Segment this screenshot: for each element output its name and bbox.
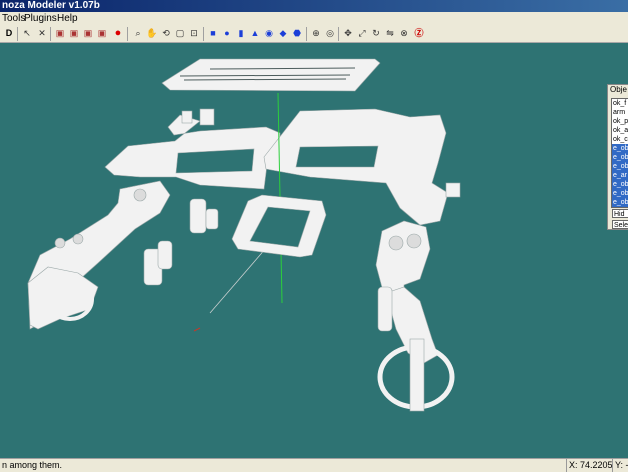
pan-hand-icon[interactable]: ✋ [146,27,158,39]
create-cylinder-icon[interactable]: ▮ [235,27,247,39]
arm-hole [133,188,147,202]
scene [27,58,461,412]
object-item[interactable]: arm [612,108,628,117]
right-frame-inner [295,145,379,168]
axis-red [193,327,201,332]
arm-hole [388,235,404,251]
snap-icon[interactable]: ⊕ [310,27,322,39]
view-top-icon[interactable]: ▣ [82,27,94,39]
objects-panel: Obje ok_f arm ok_p ok_a ok_c e_ob e_ob e… [607,84,628,230]
view-side-icon[interactable]: ▣ [68,27,80,39]
zoom-window-icon[interactable]: ▢ [174,27,186,39]
post [199,108,215,126]
object-item[interactable]: ok_f [612,99,628,108]
hide-button[interactable]: Hid [612,209,628,218]
object-item[interactable]: e_ob [612,180,628,189]
draw-mode-button[interactable]: D [3,27,15,39]
create-box-icon[interactable]: ■ [207,27,219,39]
create-mesh-icon[interactable]: ⬣ [291,27,303,39]
toolbar-separator [306,27,307,41]
status-bar: n among them. X: 74.2205 Y: -7 [0,458,628,472]
scale-icon[interactable]: ⤢ [356,27,368,39]
rotate-object-icon[interactable]: ↻ [370,27,382,39]
object-item[interactable]: ok_p [612,117,628,126]
left-frame-inner [175,148,255,174]
select-button[interactable]: Sele [612,220,628,229]
toolbar-separator [338,27,339,41]
window-title: noza Modeler v1.07b [2,0,100,11]
standoff [205,208,219,230]
create-torus-icon[interactable]: ◉ [263,27,275,39]
menu-tools[interactable]: Tools [2,12,25,25]
toolbar-separator [127,27,128,41]
object-item[interactable]: e_ob [612,153,628,162]
create-wedge-icon[interactable]: ◆ [277,27,289,39]
boolean-icon[interactable]: ⊗ [398,27,410,39]
object-item[interactable]: ok_a [612,126,628,135]
object-item[interactable]: e_ob [612,162,628,171]
arrow-icon[interactable]: ↖ [21,27,33,39]
delete-icon[interactable]: Ⓩ [413,27,425,39]
zoom-icon[interactable]: ⌕ [132,27,144,39]
objects-panel-header: Obje [610,85,627,94]
toolbar: D ↖ ✕ ▣ ▣ ▣ ▣ ● ⌕ ✋ ⟲ ▢ ⊡ ■ ● ▮ ▲ ◉ ◆ ⬣ … [0,25,628,43]
object-item[interactable]: e_ob [612,189,628,198]
gripper-bar [409,338,425,412]
move-icon[interactable]: ✥ [342,27,354,39]
fit-view-icon[interactable]: ⊡ [188,27,200,39]
arm-hole [72,233,84,245]
object-item[interactable]: e_ob [612,144,628,153]
axis-icon[interactable]: ✕ [36,27,48,39]
post [445,182,461,198]
object-list[interactable]: ok_f arm ok_p ok_a ok_c e_ob e_ob e_ob e… [611,98,628,208]
arm-hole [406,233,422,249]
toolbar-separator [203,27,204,41]
menu-help[interactable]: Help [57,12,78,25]
create-sphere-icon[interactable]: ● [221,27,233,39]
toolbar-separator [17,27,18,41]
status-message: n among them. [2,460,63,470]
rotate-icon[interactable]: ⟲ [160,27,172,39]
object-item[interactable]: e_ob [612,198,628,207]
standoff [157,240,173,270]
title-bar: noza Modeler v1.07b [0,0,628,12]
3d-viewport[interactable] [0,43,628,458]
menu-bar: Tools Plugins Help [0,12,628,25]
standoff [377,286,393,332]
status-y-coordinate: Y: -7 [612,459,628,472]
status-x-coordinate: X: 74.2205 [566,459,613,472]
standoff [189,198,207,234]
target-icon[interactable]: ◎ [324,27,336,39]
menu-plugins[interactable]: Plugins [24,12,57,25]
arm-hole [54,237,66,249]
object-item[interactable]: e_ar [612,171,628,180]
view-front-icon[interactable]: ▣ [54,27,66,39]
post [181,110,193,124]
object-item[interactable]: ok_c [612,135,628,144]
toolbar-separator [50,27,51,41]
view-iso-icon[interactable]: ▣ [96,27,108,39]
render-sphere-icon[interactable]: ● [112,27,124,39]
mirror-icon[interactable]: ⇋ [384,27,396,39]
create-cone-icon[interactable]: ▲ [249,27,261,39]
